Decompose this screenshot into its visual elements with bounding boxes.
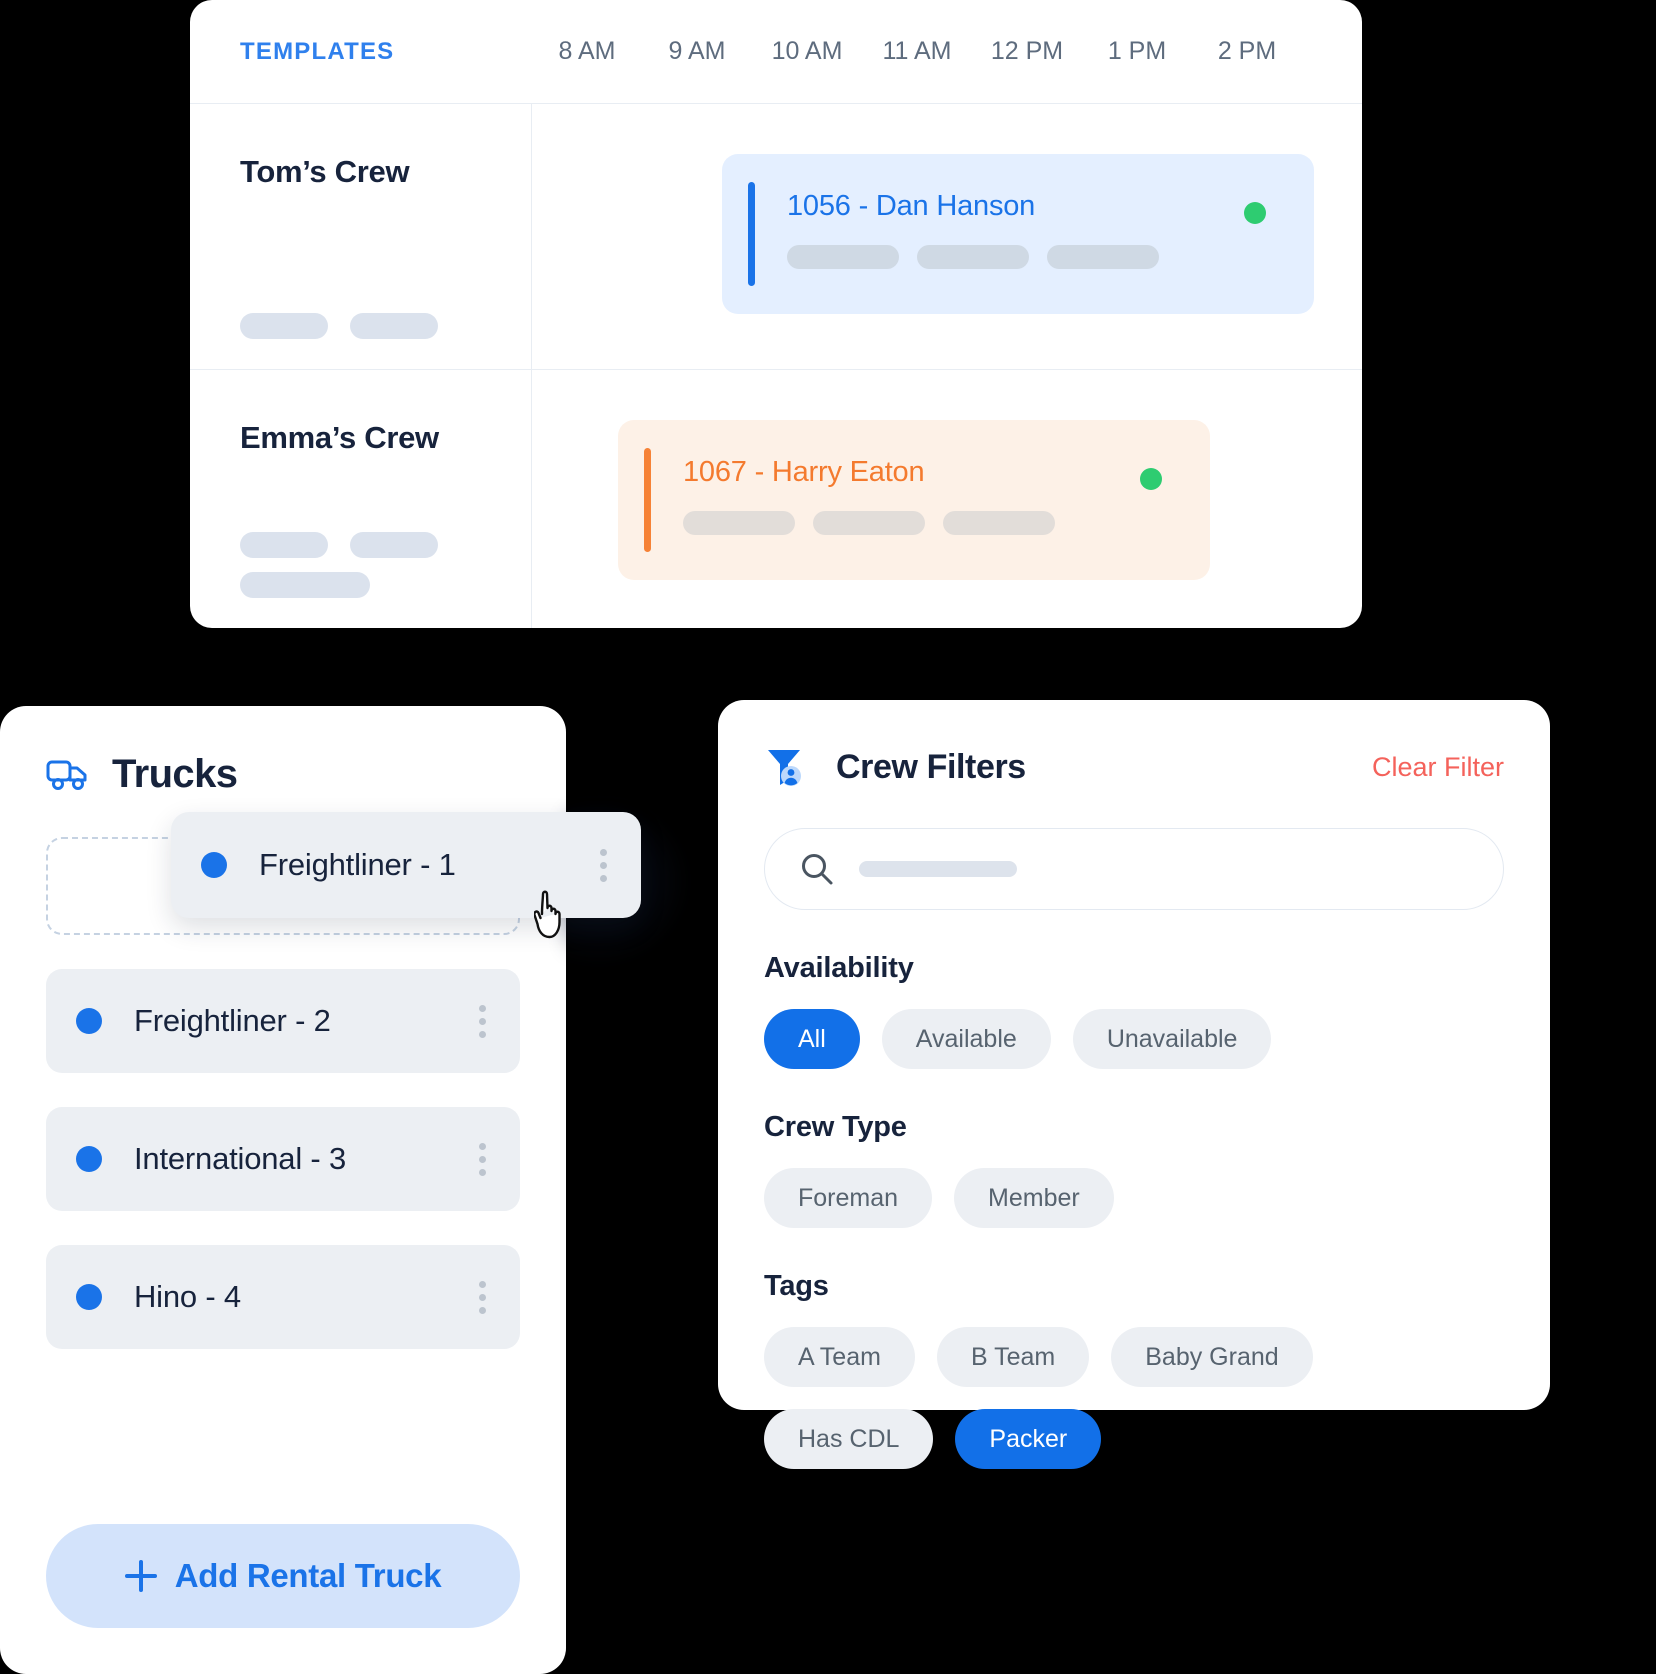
time-axis: 8 AM 9 AM 10 AM 11 AM 12 PM 1 PM 2 PM: [532, 37, 1362, 66]
status-badge: [1244, 202, 1266, 224]
list-item[interactable]: International - 3: [46, 1107, 520, 1211]
filter-chip-a-team[interactable]: A Team: [764, 1327, 915, 1387]
status-badge: [1140, 468, 1162, 490]
placeholder-pill: [813, 511, 925, 535]
placeholder-pill: [240, 313, 328, 339]
job-body: 1067 - Harry Eaton: [651, 420, 1210, 580]
placeholder-pill: [350, 313, 438, 339]
more-options-icon[interactable]: [600, 848, 607, 882]
schedule-lane[interactable]: 1056 - Dan Hanson: [532, 104, 1362, 369]
filter-group-title-availability: Availability: [764, 952, 914, 984]
filter-group-availability: All Available Unavailable: [764, 1009, 1504, 1069]
placeholder-pill: [1047, 245, 1159, 269]
search-placeholder-bar: [859, 861, 1017, 877]
placeholder-pill: [240, 572, 370, 598]
more-options-icon[interactable]: [479, 1142, 486, 1176]
status-dot-icon: [201, 852, 227, 878]
job-meta-placeholder: [683, 511, 1210, 535]
placeholder-pill: [683, 511, 795, 535]
schedule-header: TEMPLATES 8 AM 9 AM 10 AM 11 AM 12 PM 1 …: [190, 0, 1362, 104]
add-rental-truck-label: Add Rental Truck: [174, 1557, 442, 1594]
truck-label: International - 3: [134, 1141, 347, 1176]
time-column-label: 11 AM: [882, 37, 952, 65]
placeholder-pill: [943, 511, 1055, 535]
filter-chip-unavailable[interactable]: Unavailable: [1072, 1009, 1272, 1069]
filter-chip-packer[interactable]: Packer: [955, 1409, 1102, 1469]
filter-chip-all[interactable]: All: [764, 1009, 860, 1069]
plus-icon: [124, 1560, 157, 1592]
job-title: 1056 - Dan Hanson: [787, 190, 1036, 222]
time-column-label: 8 AM: [558, 37, 616, 65]
placeholder-pill: [350, 532, 438, 558]
truck-label: Freightliner - 1: [259, 847, 456, 882]
schedule-card: TEMPLATES 8 AM 9 AM 10 AM 11 AM 12 PM 1 …: [190, 0, 1362, 628]
job-accent-bar: [748, 182, 755, 286]
status-dot-icon: [76, 1146, 102, 1172]
job-body: 1056 - Dan Hanson: [755, 154, 1314, 314]
crew-meta-placeholder: [240, 518, 438, 598]
schedule-row: Emma’s Crew 1067 - Harry Eaton: [190, 370, 1362, 628]
time-column-label: 2 PM: [1217, 37, 1277, 65]
filter-chip-b-team[interactable]: B Team: [936, 1327, 1090, 1387]
schedule-row: Tom’s Crew 1056 - Dan Hanson: [190, 104, 1362, 370]
templates-label[interactable]: TEMPLATES: [190, 38, 532, 66]
crew-name: Tom’s Crew: [240, 154, 410, 189]
list-item[interactable]: Hino - 4: [46, 1245, 520, 1349]
filter-group-title-crew-type: Crew Type: [764, 1111, 907, 1143]
app-stage: TEMPLATES 8 AM 9 AM 10 AM 11 AM 12 PM 1 …: [0, 0, 1656, 1674]
filter-group-tags: A Team B Team Baby Grand Has CDL Packer: [764, 1327, 1504, 1469]
truck-icon: [46, 758, 90, 792]
time-column-label: 1 PM: [1107, 37, 1167, 65]
crew-cell[interactable]: Tom’s Crew: [190, 104, 532, 369]
crew-cell[interactable]: Emma’s Crew: [190, 370, 532, 628]
time-column-label: 12 PM: [990, 37, 1064, 65]
more-options-icon[interactable]: [479, 1004, 486, 1038]
truck-list: Freightliner - 2 International - 3 Hino …: [46, 969, 520, 1349]
trucks-header: Trucks: [46, 752, 520, 797]
filter-user-icon: [764, 744, 810, 790]
job-title: 1067 - Harry Eaton: [683, 456, 925, 488]
crew-filters-header: Crew Filters Clear Filter: [764, 744, 1504, 790]
job-accent-bar: [644, 448, 651, 552]
filter-chip-member[interactable]: Member: [954, 1168, 1114, 1228]
add-rental-truck-button[interactable]: Add Rental Truck: [46, 1524, 520, 1628]
job-meta-placeholder: [787, 245, 1314, 269]
job-card[interactable]: 1067 - Harry Eaton: [618, 420, 1210, 580]
filter-chip-foreman[interactable]: Foreman: [764, 1168, 933, 1228]
crew-name: Emma’s Crew: [240, 420, 439, 455]
placeholder-pill: [787, 245, 899, 269]
search-input[interactable]: [764, 828, 1504, 910]
clear-filter-button[interactable]: Clear Filter: [1372, 752, 1504, 783]
status-dot-icon: [76, 1008, 102, 1034]
truck-label: Hino - 4: [134, 1279, 241, 1314]
search-icon: [799, 851, 835, 887]
filter-chip-has-cdl[interactable]: Has CDL: [764, 1409, 934, 1469]
job-card[interactable]: 1056 - Dan Hanson: [722, 154, 1314, 314]
filter-chip-baby-grand[interactable]: Baby Grand: [1111, 1327, 1313, 1387]
time-column-label: 9 AM: [668, 37, 726, 65]
truck-label: Freightliner - 2: [134, 1003, 331, 1038]
trucks-title: Trucks: [112, 752, 238, 796]
filter-chip-available[interactable]: Available: [881, 1009, 1051, 1069]
filter-group-title-tags: Tags: [764, 1270, 829, 1302]
placeholder-pill: [240, 532, 328, 558]
schedule-lane[interactable]: 1067 - Harry Eaton: [532, 370, 1362, 628]
crew-filters-panel: Crew Filters Clear Filter Availability A…: [718, 700, 1550, 1469]
cursor-pointer-icon: [533, 884, 580, 942]
list-item[interactable]: Freightliner - 2: [46, 969, 520, 1073]
status-dot-icon: [76, 1284, 102, 1310]
placeholder-pill: [917, 245, 1029, 269]
more-options-icon[interactable]: [479, 1280, 486, 1314]
time-column-label: 10 AM: [771, 37, 843, 65]
crew-meta-placeholder: [240, 299, 438, 339]
filter-group-crew-type: Foreman Member: [764, 1168, 1504, 1228]
crew-filters-title: Crew Filters: [836, 747, 1026, 786]
